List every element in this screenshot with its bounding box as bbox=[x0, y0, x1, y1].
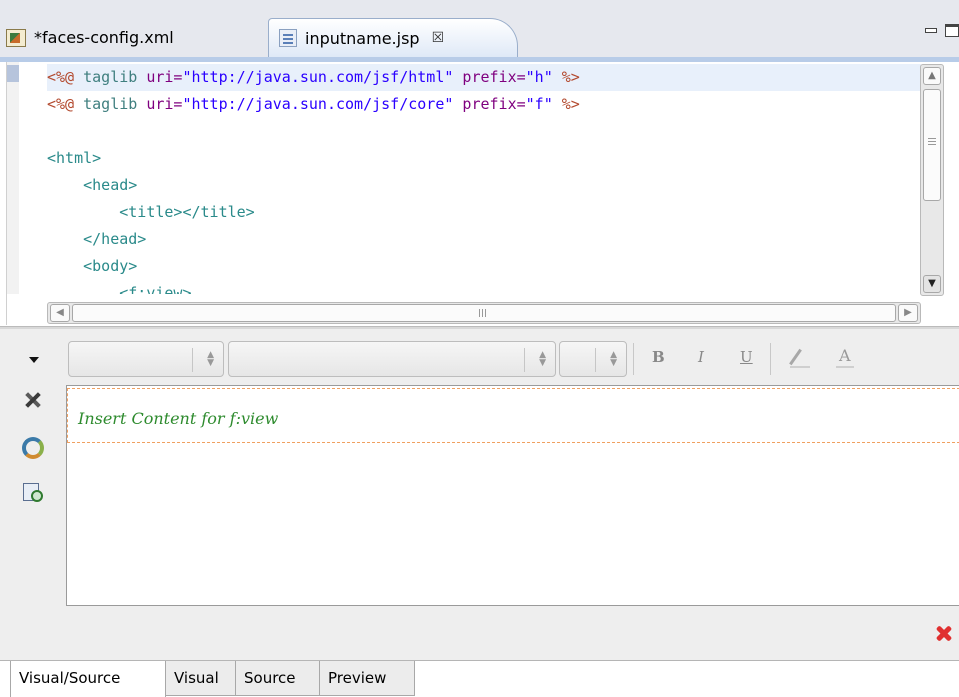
font-size-combo[interactable]: ▲ ▼ bbox=[559, 341, 627, 377]
scroll-right-icon[interactable]: ▶ bbox=[898, 304, 918, 322]
combo-separator bbox=[595, 348, 596, 372]
source-code-area[interactable]: <%@ taglib uri="http://java.sun.com/jsf/… bbox=[47, 62, 921, 294]
spinner-icon: ▲ ▼ bbox=[539, 350, 546, 368]
code-line: <title></title> bbox=[47, 199, 255, 226]
tab-preview[interactable]: Preview bbox=[320, 661, 415, 696]
tab-visual-source[interactable]: Visual/Source bbox=[10, 661, 166, 697]
code-token: uri= bbox=[146, 68, 183, 86]
code-token: "f" bbox=[525, 95, 553, 113]
visual-palette bbox=[22, 383, 48, 513]
code-line: <html> bbox=[47, 145, 101, 172]
view-controls bbox=[919, 24, 959, 40]
code-line: <body> bbox=[47, 253, 137, 280]
scroll-grip-icon bbox=[479, 309, 480, 317]
scroll-grip-icon bbox=[928, 138, 936, 139]
tab-inputname-jsp-label: inputname.jsp bbox=[305, 28, 420, 48]
minimize-icon[interactable] bbox=[925, 28, 937, 33]
code-token: taglib bbox=[74, 68, 147, 86]
tab-visual[interactable]: Visual bbox=[166, 661, 236, 696]
code-token: "http://java.sun.com/jsf/html" bbox=[182, 68, 454, 86]
code-line: <%@ taglib uri="http://java.sun.com/jsf/… bbox=[47, 91, 580, 118]
close-tab-icon[interactable]: ☒ bbox=[432, 30, 445, 46]
tools-icon[interactable] bbox=[22, 389, 44, 411]
font-color-glyph: A bbox=[839, 346, 851, 365]
combo-separator bbox=[192, 348, 193, 372]
vertical-scrollbar[interactable]: ▲ ▼ bbox=[920, 64, 944, 296]
insert-content-placeholder: Insert Content for f:view bbox=[78, 409, 279, 428]
font-color-icon[interactable]: A bbox=[836, 346, 854, 368]
jsp-file-icon bbox=[279, 29, 297, 47]
code-token: uri= bbox=[146, 95, 183, 113]
chevron-down-icon[interactable] bbox=[29, 357, 39, 363]
code-token: <f:view> bbox=[47, 284, 192, 294]
combo-separator bbox=[524, 348, 525, 372]
code-token: <head> bbox=[47, 176, 138, 194]
tab-source[interactable]: Source bbox=[236, 661, 320, 696]
code-token: prefix= bbox=[453, 95, 526, 113]
code-token: </head> bbox=[47, 230, 147, 248]
source-editor[interactable]: <%@ taglib uri="http://java.sun.com/jsf/… bbox=[6, 62, 953, 325]
format-toolbar: ▲ ▼ ▲ ▼ ▲ ▼ B I U A bbox=[0, 329, 959, 383]
horizontal-scrollbar[interactable]: ◀ ▶ bbox=[47, 302, 921, 324]
scroll-left-icon[interactable]: ◀ bbox=[50, 304, 70, 322]
code-token: taglib bbox=[74, 95, 147, 113]
editor-tab-bar: *faces-config.xml inputname.jsp ☒ bbox=[0, 0, 959, 62]
code-token: <%@ bbox=[47, 95, 75, 113]
maximize-icon[interactable] bbox=[945, 24, 959, 37]
tab-faces-config-label: *faces-config.xml bbox=[34, 28, 174, 47]
code-token: %> bbox=[552, 68, 580, 86]
style-combo[interactable]: ▲ ▼ bbox=[68, 341, 224, 377]
italic-button[interactable]: I bbox=[698, 348, 704, 366]
code-line: <head> bbox=[47, 172, 137, 199]
code-token: <title></title> bbox=[47, 203, 255, 221]
visual-editor: Insert Content for f:view bbox=[0, 383, 959, 660]
scroll-down-icon[interactable]: ▼ bbox=[923, 275, 941, 293]
refresh-icon[interactable] bbox=[22, 437, 44, 459]
find-icon[interactable] bbox=[22, 481, 44, 503]
spinner-icon: ▲ ▼ bbox=[610, 350, 617, 368]
code-line: <%@ taglib uri="http://java.sun.com/jsf/… bbox=[47, 64, 580, 91]
toolbar-divider bbox=[770, 343, 771, 375]
close-visual-icon[interactable] bbox=[935, 624, 953, 642]
highlight-color-icon[interactable] bbox=[790, 346, 810, 368]
horizontal-scroll-thumb[interactable] bbox=[72, 304, 896, 322]
xml-file-icon bbox=[6, 28, 26, 47]
code-token: "http://java.sun.com/jsf/core" bbox=[182, 95, 454, 113]
tab-inputname-jsp[interactable]: inputname.jsp ☒ bbox=[268, 18, 518, 57]
code-token: "h" bbox=[525, 68, 553, 86]
font-color-bar bbox=[836, 366, 854, 368]
code-line: <f:view> bbox=[47, 280, 192, 294]
vertical-scroll-thumb[interactable] bbox=[923, 89, 941, 201]
font-family-combo[interactable]: ▲ ▼ bbox=[228, 341, 556, 377]
current-line-marker bbox=[7, 65, 19, 82]
editor-mode-tabs: Visual/Source Visual Source Preview bbox=[0, 660, 959, 697]
scroll-up-icon[interactable]: ▲ bbox=[923, 67, 941, 85]
code-token: <%@ bbox=[47, 68, 75, 86]
visual-canvas[interactable]: Insert Content for f:view bbox=[66, 385, 959, 606]
spinner-icon: ▲ ▼ bbox=[207, 350, 214, 368]
code-token: prefix= bbox=[453, 68, 526, 86]
overview-ruler bbox=[7, 62, 19, 294]
bold-button[interactable]: B bbox=[652, 348, 665, 366]
code-token: %> bbox=[552, 95, 580, 113]
tab-faces-config[interactable]: *faces-config.xml bbox=[6, 18, 268, 57]
code-token: <body> bbox=[47, 257, 138, 275]
f-view-container[interactable]: Insert Content for f:view bbox=[67, 388, 959, 443]
toolbar-divider bbox=[633, 343, 634, 375]
code-token: <html> bbox=[47, 149, 102, 167]
code-line: </head> bbox=[47, 226, 146, 253]
underline-button[interactable]: U bbox=[740, 348, 753, 366]
